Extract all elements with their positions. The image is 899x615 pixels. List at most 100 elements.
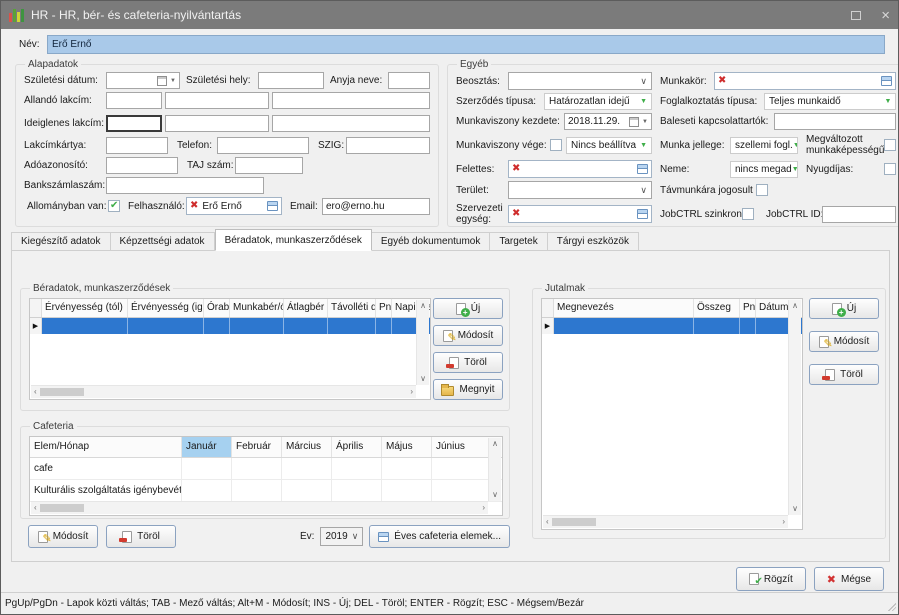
titlebar[interactable]: HR - HR, bér- és cafeteria-nyilvántartás… [1,1,898,29]
column-header[interactable]: Összeg [694,299,740,317]
birth-date-input[interactable]: ▼ [106,72,180,89]
temporary-address-street-input[interactable] [272,115,430,132]
permanent-address-city-input[interactable] [165,92,269,109]
taj-input[interactable] [235,157,303,174]
beradatok-grid[interactable]: Érvényesség (tól) Érvényesség (ig) Órabé… [29,298,431,400]
resize-grip[interactable] [887,602,896,611]
column-header[interactable]: Munkabér/ór [230,299,284,317]
birth-place-input[interactable] [258,72,324,89]
retired-checkbox[interactable] [884,163,896,175]
tab-egyeb-dokumentumok[interactable]: Egyéb dokumentumok [372,232,491,251]
scroll-up-icon[interactable]: ∧ [792,302,798,310]
scroll-down-icon[interactable]: ∨ [792,505,798,513]
table-row[interactable]: cafe [30,458,502,480]
mother-name-input[interactable] [388,72,430,89]
maximize-button[interactable] [847,7,865,23]
column-header[interactable]: Átlagbér [284,299,328,317]
vertical-scrollbar[interactable]: ∧ ∨ [416,300,429,385]
scroll-right-icon[interactable]: › [482,504,485,512]
delete-button[interactable]: Töröl [106,525,176,548]
jutalmak-grid[interactable]: Megnevezés Összeg Pn. Dátum ▶ ∧ ∨ ‹ [541,298,803,530]
jutalmak-grid-header[interactable]: Megnevezés Összeg Pn. Dátum [542,299,802,318]
lookup-window-icon[interactable] [267,201,278,211]
in-staff-checkbox[interactable] [108,200,120,212]
horizontal-scrollbar[interactable]: ‹ › [31,501,488,514]
email-input[interactable]: ero@erno.hu [322,198,430,215]
scrollbar-thumb[interactable] [40,504,84,512]
address-card-input[interactable] [106,137,168,154]
scroll-left-icon[interactable]: ‹ [546,518,549,526]
scrollbar-thumb[interactable] [552,518,596,526]
column-header[interactable]: Pn. [740,299,756,317]
temporary-address-city-input[interactable] [165,115,269,132]
cafeteria-grid[interactable]: Elem/Hónap Január Február Március Áprili… [29,436,503,516]
lookup-window-icon[interactable] [637,164,648,174]
scroll-up-icon[interactable]: ∧ [420,302,426,310]
modify-button[interactable]: Módosít [433,325,503,346]
scroll-down-icon[interactable]: ∨ [492,491,498,499]
vertical-scrollbar[interactable]: ∧ ∨ [788,300,801,515]
employment-end-combo[interactable]: Nincs beállítva▼ [566,137,652,154]
name-input[interactable]: Erő Ernő [47,35,885,54]
permanent-address-zip-input[interactable] [106,92,162,109]
column-header[interactable]: Érvényesség (tól) [42,299,128,317]
lookup-window-icon[interactable] [637,209,648,219]
column-header[interactable]: Május [382,437,432,457]
temporary-address-zip-input[interactable] [106,115,162,132]
yearly-cafeteria-button[interactable]: Éves cafeteria elemek... [369,525,510,548]
beradatok-grid-header[interactable]: Érvényesség (tól) Érvényesség (ig) Órabé… [30,299,430,318]
new-button[interactable]: Új [433,298,503,319]
scrollbar-thumb[interactable] [40,388,84,396]
scroll-left-icon[interactable]: ‹ [34,504,37,512]
year-select[interactable]: 2019∨ [320,527,363,546]
delete-button[interactable]: Töröl [433,352,503,373]
contract-type-combo[interactable]: Határozatlan idejű▼ [544,93,652,110]
scroll-right-icon[interactable]: › [410,388,413,396]
cafeteria-grid-header[interactable]: Elem/Hónap Január Február Március Áprili… [30,437,502,458]
reduced-capacity-checkbox[interactable] [884,139,896,151]
horizontal-scrollbar[interactable]: ‹ › [543,515,788,528]
bank-account-input[interactable] [106,177,264,194]
column-header[interactable]: Távolléti díj [328,299,376,317]
tab-targyi-eszkozok[interactable]: Tárgyi eszközök [548,232,639,251]
tab-kepzettsegi-adatok[interactable]: Képzettségi adatok [111,232,215,251]
tab-kiegeszito-adatok[interactable]: Kiegészítő adatok [11,232,111,251]
employment-start-input[interactable]: 2018.11.29.▼ [564,113,652,130]
delete-button[interactable]: Töröl [809,364,879,385]
scroll-down-icon[interactable]: ∨ [420,375,426,383]
lookup-window-icon[interactable] [881,76,892,86]
jobctrl-id-input[interactable] [822,206,896,223]
close-button[interactable]: × [881,8,890,23]
cancel-button[interactable]: ✖Mégse [814,567,884,591]
dropdown-icon[interactable]: ▼ [642,119,648,125]
tab-targetek[interactable]: Targetek [490,232,547,251]
employment-end-checkbox[interactable] [550,139,562,151]
work-nature-combo[interactable]: szellemi fogl.▼ [730,137,798,154]
column-header[interactable]: Április [332,437,382,457]
column-header[interactable]: Elem/Hónap [30,437,182,457]
position-combo[interactable]: ∨ [508,72,652,90]
save-button[interactable]: Rögzít [736,567,806,591]
table-row[interactable]: ▶ [542,318,802,334]
employment-type-combo[interactable]: Teljes munkaidő▼ [764,93,896,110]
org-unit-lookup-field[interactable]: ✖ [508,205,652,223]
table-row[interactable]: ▶ [30,318,430,334]
tax-id-input[interactable] [106,157,178,174]
column-header[interactable]: Február [232,437,282,457]
user-lookup-field[interactable]: ✖ Erő Ernő [186,197,282,215]
gender-combo[interactable]: nincs megad▼ [730,161,798,178]
scroll-right-icon[interactable]: › [782,518,785,526]
scroll-up-icon[interactable]: ∧ [492,440,498,448]
phone-input[interactable] [217,137,309,154]
vertical-scrollbar[interactable]: ∧ ∨ [488,438,501,501]
szig-input[interactable] [346,137,430,154]
accident-contacts-input[interactable] [774,113,896,130]
column-header[interactable]: Érvényesség (ig) [128,299,204,317]
remote-work-checkbox[interactable] [756,184,768,196]
column-header[interactable]: Órabé [204,299,230,317]
column-header[interactable]: Március [282,437,332,457]
modify-button[interactable]: Módosít [28,525,98,548]
dropdown-icon[interactable]: ▼ [170,78,176,84]
column-header[interactable]: Pn. [376,299,392,317]
scroll-left-icon[interactable]: ‹ [34,388,37,396]
